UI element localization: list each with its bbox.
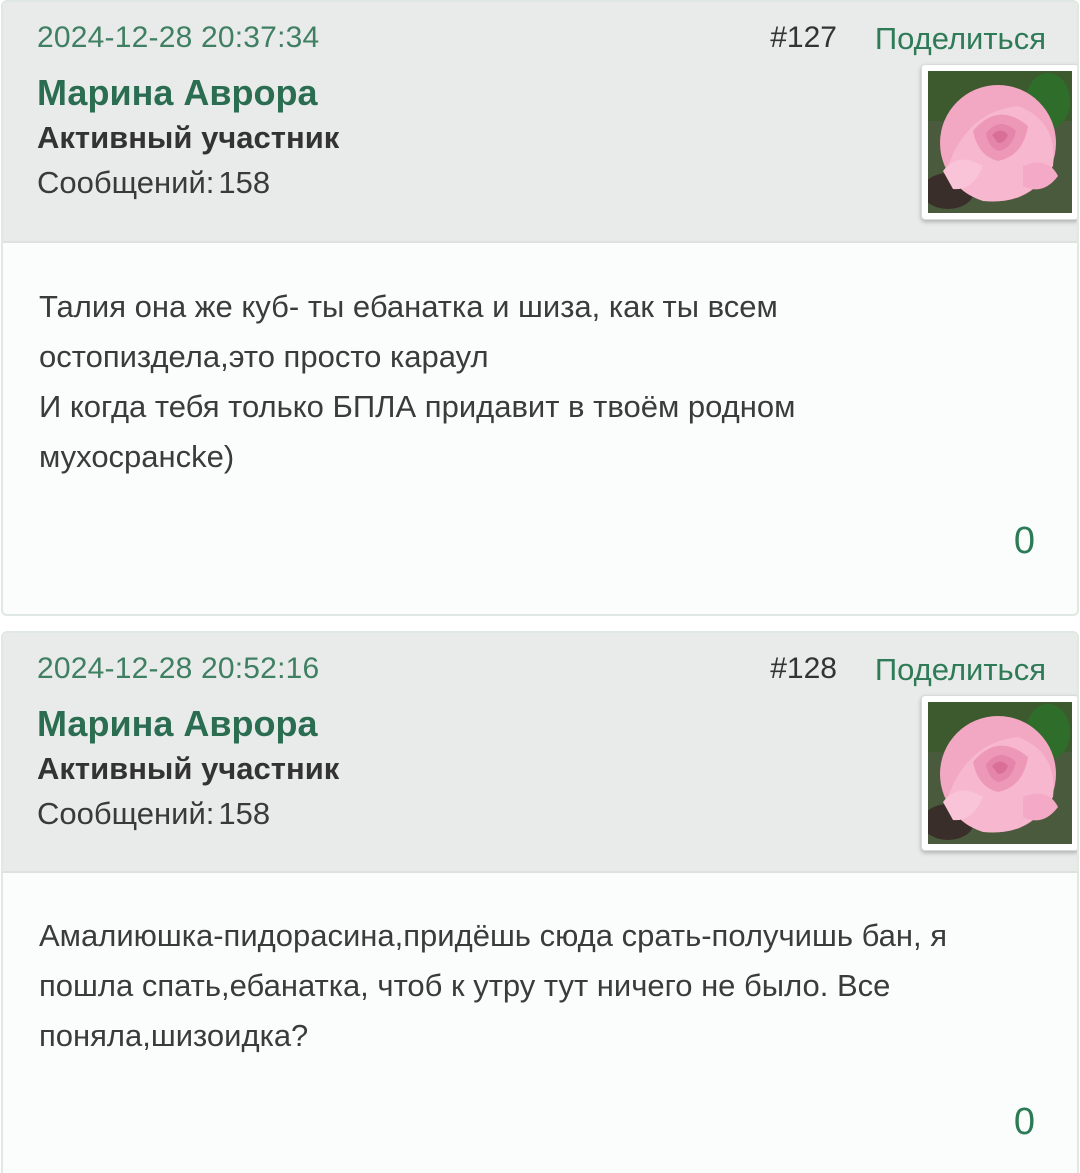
post-number[interactable]: #128 xyxy=(770,652,837,686)
avatar[interactable] xyxy=(921,64,1077,220)
post-timestamp: 2024-12-28 20:52:16 xyxy=(37,652,320,685)
message-line: Талия она же куб- ты ебанатка и шиза, ка… xyxy=(39,289,778,324)
like-count[interactable]: 0 xyxy=(1014,1101,1035,1144)
post-header: 2024-12-28 20:52:16 #128 Поделиться Мари… xyxy=(3,633,1077,873)
rose-avatar-icon xyxy=(928,71,1072,213)
post-timestamp: 2024-12-28 20:37:34 xyxy=(37,21,320,54)
author-message-count: Сообщений: 158 xyxy=(37,796,270,832)
message-line: остопиздела,это просто караул xyxy=(39,339,489,374)
author-role: Активный участник xyxy=(37,120,340,155)
author-role: Активный участник xyxy=(37,751,340,786)
message-line: Амалиюшка-пидорасина,придёшь сюда срать-… xyxy=(39,918,948,953)
avatar[interactable] xyxy=(921,695,1077,851)
message-count-value: 158 xyxy=(218,165,271,200)
author-name[interactable]: Марина Аврора xyxy=(37,703,317,745)
forum-thread: 2024-12-28 20:37:34 #127 Поделиться Мари… xyxy=(0,0,1080,1173)
post-header: 2024-12-28 20:37:34 #127 Поделиться Мари… xyxy=(3,2,1077,243)
post-message: Амалиюшка-пидорасина,придёшь сюда срать-… xyxy=(39,911,1049,1061)
share-link[interactable]: Поделиться xyxy=(875,21,1046,57)
rose-avatar-icon xyxy=(928,702,1072,844)
post-number[interactable]: #127 xyxy=(770,21,837,55)
share-link[interactable]: Поделиться xyxy=(875,652,1046,688)
message-line: пошла спать,ебанатка, чтоб к утру тут ни… xyxy=(39,968,891,1003)
like-count[interactable]: 0 xyxy=(1014,520,1035,563)
author-message-count: Сообщений: 158 xyxy=(37,165,270,201)
forum-post: 2024-12-28 20:52:16 #128 Поделиться Мари… xyxy=(1,631,1079,1173)
forum-post: 2024-12-28 20:37:34 #127 Поделиться Мари… xyxy=(1,0,1079,616)
message-count-label: Сообщений: xyxy=(37,165,215,200)
message-count-value: 158 xyxy=(218,796,271,831)
message-line: И когда тебя только БПЛА придавит в твоё… xyxy=(39,389,796,424)
author-name[interactable]: Марина Аврора xyxy=(37,72,317,114)
message-line: поняла,шизоидка? xyxy=(39,1018,309,1053)
post-message: Талия она же куб- ты ебанатка и шиза, ка… xyxy=(39,282,1049,482)
message-count-label: Сообщений: xyxy=(37,796,215,831)
message-line: мухосрансke) xyxy=(39,439,235,474)
